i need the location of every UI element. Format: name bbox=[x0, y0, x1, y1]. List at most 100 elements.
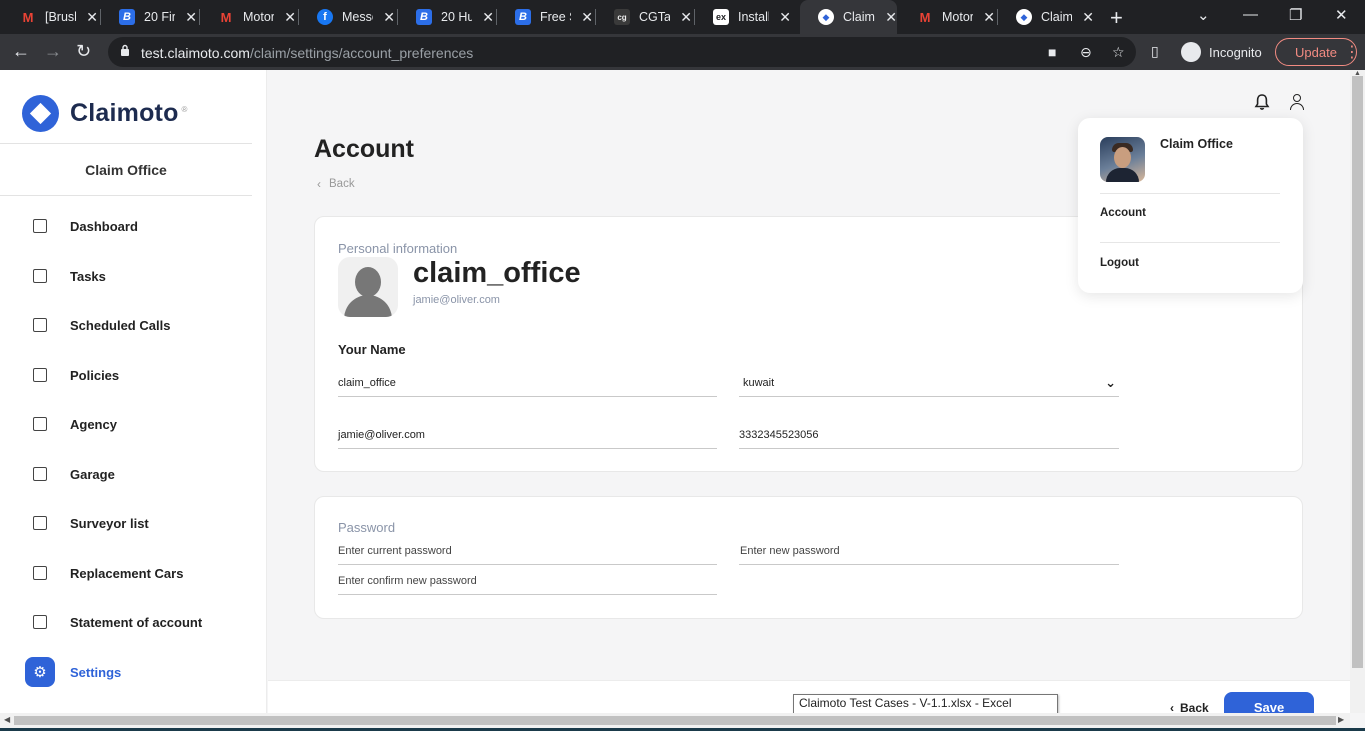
current-password-field[interactable]: Enter current password bbox=[338, 541, 717, 565]
avatar-body bbox=[1106, 168, 1139, 182]
side-panel-icon[interactable]: ▯ bbox=[1151, 43, 1159, 60]
browser-tab[interactable]: M Motor ✕ bbox=[899, 0, 995, 34]
confirm-password-field[interactable]: Enter confirm new password bbox=[338, 571, 717, 595]
user-menu-name: Claim Office bbox=[1160, 137, 1233, 151]
sidebar-item-replacement-cars[interactable]: Replacement Cars bbox=[0, 553, 260, 593]
sidebar-item-statement-of-account[interactable]: Statement of account bbox=[0, 602, 260, 642]
close-tab-icon[interactable]: ✕ bbox=[383, 9, 395, 26]
close-tab-icon[interactable]: ✕ bbox=[779, 9, 791, 26]
close-tab-icon[interactable]: ✕ bbox=[983, 9, 995, 26]
avatar-placeholder-head bbox=[355, 267, 381, 297]
phone-field[interactable]: 3332345523056 bbox=[739, 425, 1119, 449]
address-bar[interactable]: test.claimoto.com/claim/settings/account… bbox=[108, 37, 1136, 67]
user-menu-icon[interactable] bbox=[1289, 93, 1305, 111]
close-tab-icon[interactable]: ✕ bbox=[284, 9, 296, 26]
chevron-left-icon: ‹ bbox=[317, 177, 321, 191]
sidebar-item-surveyor-list[interactable]: Surveyor list bbox=[0, 503, 260, 543]
incognito-label: Incognito bbox=[1209, 44, 1262, 60]
sidebar-item-settings[interactable]: ⚙ Settings bbox=[0, 652, 260, 692]
zoom-icon[interactable]: ⊖ bbox=[1080, 44, 1092, 61]
scroll-left-arrow-icon[interactable]: ◀ bbox=[4, 715, 10, 724]
sidebar-item-policies[interactable]: Policies bbox=[0, 355, 260, 395]
user-menu-dropdown: Claim Office Account Logout bbox=[1078, 118, 1303, 293]
browser-tab[interactable]: cg CGTalk ✕ bbox=[596, 0, 692, 34]
browser-tab[interactable]: M [Brush ✕ bbox=[2, 0, 98, 34]
claimoto-logo-icon bbox=[22, 95, 59, 132]
page-title: Account bbox=[314, 135, 414, 163]
vertical-scroll-thumb[interactable] bbox=[1352, 76, 1363, 668]
sidebar-item-dashboard[interactable]: Dashboard bbox=[0, 206, 260, 246]
browser-tab-title: 20 Hu bbox=[441, 10, 473, 24]
name-field[interactable]: claim_office bbox=[338, 373, 717, 397]
sidebar-item-garage[interactable]: Garage bbox=[0, 454, 260, 494]
tab-search-icon[interactable]: ⌄ bbox=[1197, 6, 1210, 24]
menu-item-account[interactable]: Account bbox=[1100, 207, 1146, 219]
password-label: Password bbox=[338, 520, 396, 535]
brand-logo[interactable]: Claimoto ® bbox=[22, 95, 187, 132]
url-host: test.claimoto.com bbox=[141, 45, 250, 61]
sidebar-item-label: Surveyor list bbox=[70, 515, 149, 531]
bookmark-star-icon[interactable]: ☆ bbox=[1112, 44, 1125, 61]
password-card: Password Enter current password Enter ne… bbox=[314, 496, 1303, 619]
browser-tab-title: [Brush bbox=[45, 10, 76, 24]
horizontal-scrollbar[interactable]: ◀ ▶ bbox=[0, 713, 1350, 728]
horizontal-scroll-thumb[interactable] bbox=[14, 716, 1336, 725]
close-tab-icon[interactable]: ✕ bbox=[86, 9, 98, 26]
notification-bell-icon[interactable] bbox=[1254, 93, 1270, 111]
email-field[interactable]: jamie@oliver.com bbox=[338, 425, 717, 449]
back-arrow-icon[interactable]: ← bbox=[12, 41, 30, 62]
document-icon bbox=[33, 615, 47, 629]
camera-icon[interactable]: ■ bbox=[1048, 44, 1056, 60]
reload-icon[interactable]: ↻ bbox=[76, 41, 91, 62]
close-tab-icon[interactable]: ✕ bbox=[581, 9, 593, 26]
browser-tab[interactable]: ex Installi ✕ bbox=[695, 0, 791, 34]
close-tab-icon[interactable]: ✕ bbox=[680, 9, 692, 26]
browser-tab[interactable]: B 20 Hu ✕ bbox=[398, 0, 494, 34]
browser-tab-title: 20 Fire bbox=[144, 10, 176, 24]
browser-menu-icon[interactable]: ⋮ bbox=[1344, 42, 1360, 62]
browser-tab-title: CGTalk bbox=[639, 10, 671, 24]
incognito-indicator[interactable]: Incognito bbox=[1181, 42, 1262, 62]
close-tab-icon[interactable]: ✕ bbox=[482, 9, 494, 26]
country-select[interactable]: kuwait ⌄ bbox=[739, 373, 1119, 397]
b-icon: B bbox=[119, 9, 135, 25]
back-link[interactable]: ‹ Back bbox=[317, 177, 355, 191]
scroll-right-arrow-icon[interactable]: ▶ bbox=[1338, 715, 1344, 724]
browser-tab[interactable]: M Motor ✕ bbox=[200, 0, 296, 34]
browser-tab[interactable]: ◆ Claimo ✕ bbox=[998, 0, 1094, 34]
b-icon: B bbox=[515, 9, 531, 25]
vertical-scrollbar[interactable]: ▲ bbox=[1350, 70, 1365, 713]
building-icon bbox=[33, 417, 47, 431]
sidebar-item-agency[interactable]: Agency bbox=[0, 404, 260, 444]
browser-tab[interactable]: B Free St ✕ bbox=[497, 0, 593, 34]
profile-email: jamie@oliver.com bbox=[413, 294, 500, 306]
sidebar-item-tasks[interactable]: Tasks bbox=[0, 256, 260, 296]
close-tab-icon[interactable]: ✕ bbox=[885, 9, 897, 26]
gear-icon: ⚙ bbox=[25, 657, 55, 687]
browser-toolbar: ← → ↻ test.claimoto.com/claim/settings/a… bbox=[0, 34, 1365, 70]
close-tab-icon[interactable]: ✕ bbox=[1082, 9, 1094, 26]
divider bbox=[1100, 242, 1280, 243]
browser-tab-title: Free St bbox=[540, 10, 571, 24]
forward-arrow-icon[interactable]: → bbox=[44, 41, 62, 62]
close-window-icon[interactable]: ✕ bbox=[1335, 6, 1348, 24]
browser-tab-title: Messe bbox=[342, 10, 373, 24]
close-tab-icon[interactable]: ✕ bbox=[185, 9, 197, 26]
profile-avatar[interactable] bbox=[338, 257, 398, 317]
new-password-field[interactable]: Enter new password bbox=[739, 541, 1119, 565]
user-icon-head bbox=[1293, 94, 1301, 102]
browser-tab[interactable]: ◆ Claimo ✕ bbox=[800, 0, 897, 34]
browser-tab-strip: + ⌄ — ❐ ✕ M [Brush ✕ B 20 Fire ✕ M Motor ✕ f Messe… bbox=[0, 0, 1365, 34]
country-select-value: kuwait bbox=[743, 377, 775, 389]
new-tab-button[interactable]: + bbox=[1110, 5, 1123, 31]
browser-tab[interactable]: f Messe ✕ bbox=[299, 0, 395, 34]
sidebar-item-scheduled-calls[interactable]: Scheduled Calls bbox=[0, 305, 260, 345]
browser-tab[interactable]: B 20 Fire ✕ bbox=[101, 0, 197, 34]
dashboard-icon bbox=[33, 219, 47, 233]
b-icon: B bbox=[416, 9, 432, 25]
restore-icon[interactable]: ❐ bbox=[1289, 6, 1302, 24]
sidebar-item-label: Agency bbox=[70, 416, 117, 432]
menu-item-logout[interactable]: Logout bbox=[1100, 257, 1139, 269]
minimize-icon[interactable]: — bbox=[1243, 6, 1258, 23]
profile-username: claim_office bbox=[413, 257, 581, 289]
